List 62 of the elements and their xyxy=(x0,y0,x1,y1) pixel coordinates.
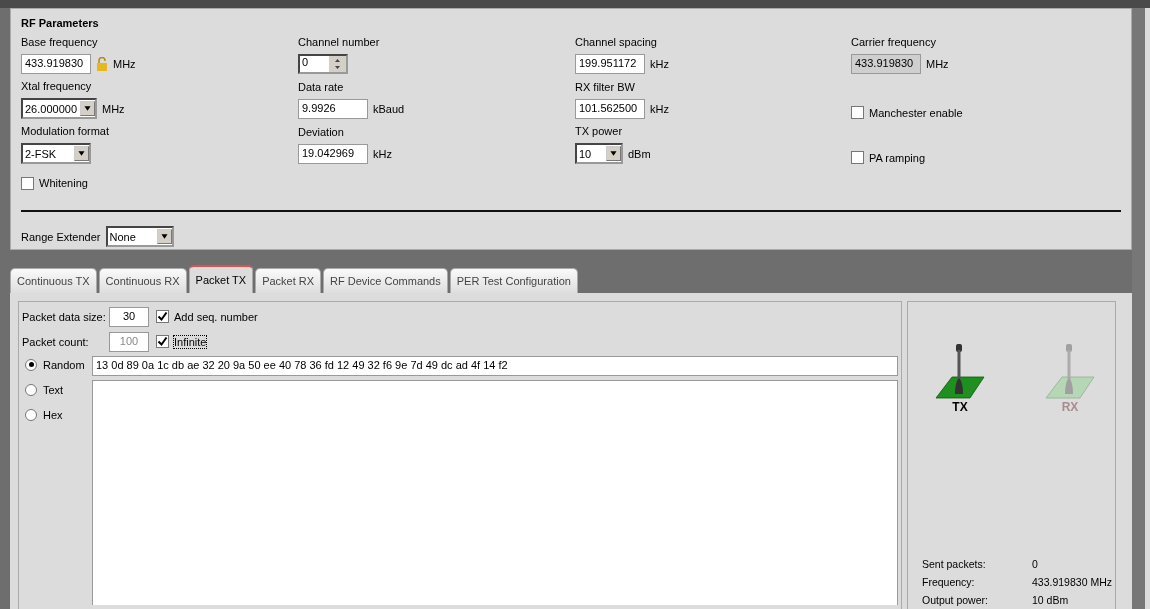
unit-label: kHz xyxy=(650,58,669,70)
dropdown[interactable]: 26.000000 xyxy=(21,98,97,119)
dropdown[interactable]: None xyxy=(105,226,174,247)
checkbox-label: Whitening xyxy=(39,177,88,189)
stat-value: 0 xyxy=(1032,558,1039,570)
indicator-label: TX xyxy=(952,400,968,414)
field-label: Xtal frequency xyxy=(21,80,93,94)
readonly-field: 433.919830 xyxy=(851,54,921,74)
random-data-field[interactable]: 13 0d 89 0a 1c db ae 32 20 9a 50 ee 40 78 36 fd 12 49 32 f6 9e 7d 49 dc ad 4f 14 f2 xyxy=(92,356,898,376)
field-label: Base frequency xyxy=(21,36,99,50)
checkbox-label: Add seq. number xyxy=(174,310,258,323)
checkbox[interactable] xyxy=(851,151,864,164)
stat-label: Output power: xyxy=(922,594,989,606)
field-label: Deviation xyxy=(298,126,345,140)
tab[interactable]: Continuous TX xyxy=(10,268,97,293)
checkbox-label: PA ramping xyxy=(869,151,926,164)
spin-field[interactable]: 0 xyxy=(298,54,348,74)
field-label: Channel number xyxy=(298,36,381,50)
field-label: Carrier frequency xyxy=(851,36,937,50)
radio-option[interactable]: Random xyxy=(22,356,92,373)
checkbox[interactable] xyxy=(156,310,169,323)
stat-label: Frequency: xyxy=(922,576,976,588)
stat-value: 10 dBm xyxy=(1032,594,1070,606)
tab[interactable]: Packet TX xyxy=(188,265,254,293)
unit-label: MHz xyxy=(102,102,125,115)
dropdown[interactable]: 10 xyxy=(575,143,623,164)
input-field[interactable]: 101.562500 xyxy=(575,99,645,119)
field-label: Channel spacing xyxy=(575,36,658,50)
input-field[interactable]: 9.9926 xyxy=(298,99,368,119)
unit-label: dBm xyxy=(628,147,651,160)
joystick-icon xyxy=(934,342,986,400)
tab[interactable]: Packet RX xyxy=(255,268,322,293)
radio-option[interactable]: Text xyxy=(22,381,92,398)
checkbox[interactable] xyxy=(21,176,34,190)
tab[interactable]: PER Test Configuration xyxy=(449,268,578,293)
field-label: Packet count: xyxy=(22,335,90,348)
joystick-icon xyxy=(1044,342,1096,400)
field-label: Data rate xyxy=(298,81,345,95)
radio-option[interactable]: Hex xyxy=(22,406,92,423)
unit-label: kBaud xyxy=(373,103,405,115)
unit-label: kHz xyxy=(373,148,392,160)
checkbox-label: Infinite xyxy=(174,335,207,348)
input-field[interactable]: 199.951172 xyxy=(575,54,645,74)
panel-title: RF Parameters xyxy=(21,17,100,29)
input-field[interactable]: 30 xyxy=(109,306,149,327)
field-label: RX filter BW xyxy=(575,81,636,95)
field-label: TX power xyxy=(575,125,624,139)
stat-label: Sent packets: xyxy=(922,558,987,570)
tab[interactable]: Continuous RX xyxy=(98,268,187,293)
checkbox[interactable] xyxy=(851,106,864,119)
input-field[interactable]: 433.919830 xyxy=(21,54,91,74)
unit-label: MHz xyxy=(113,58,136,70)
field-label: Range Extender xyxy=(21,230,101,243)
indicator-label: RX xyxy=(1061,400,1079,414)
tab[interactable]: RF Device Commands xyxy=(323,268,448,293)
checkbox-label: Manchester enable xyxy=(869,106,963,119)
field-label: Modulation format xyxy=(21,125,111,139)
input-field[interactable]: 19.042969 xyxy=(298,144,368,164)
dropdown[interactable]: 2-FSK xyxy=(21,143,91,164)
unit-label: kHz xyxy=(650,103,669,115)
unit-label: MHz xyxy=(926,58,949,70)
stat-value: 433.919830 MHz xyxy=(1032,576,1113,588)
